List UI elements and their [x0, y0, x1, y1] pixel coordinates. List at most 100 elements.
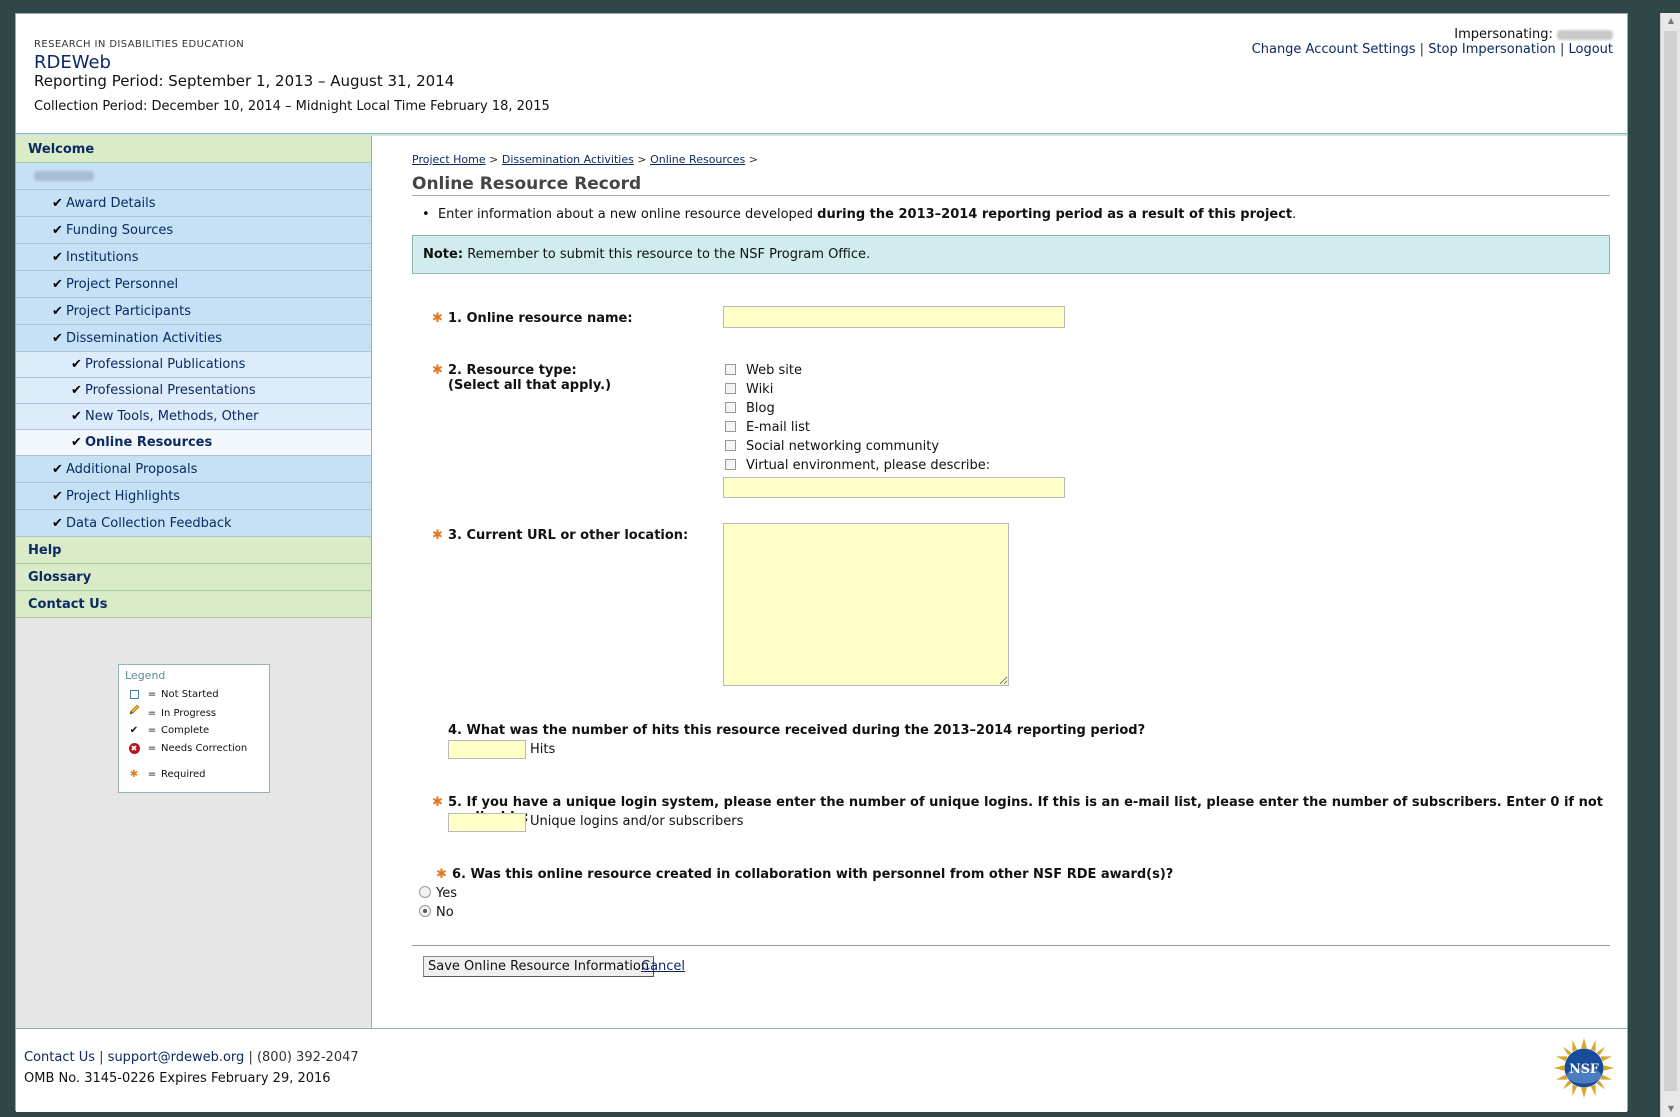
resource-type-blog[interactable]: Blog	[725, 401, 775, 416]
resource-type-virtual-environment[interactable]: Virtual environment, please describe:	[725, 458, 990, 473]
sidebar-item-professional-presentations[interactable]: ✔ Professional Presentations	[16, 378, 371, 404]
impersonating: Impersonating:	[1454, 27, 1613, 42]
required-star-icon: ✱	[432, 528, 443, 543]
check-icon: ✔	[129, 725, 139, 736]
virtual-environment-input[interactable]	[723, 477, 1065, 498]
breadcrumb-project-home[interactable]: Project Home	[412, 153, 486, 166]
checkbox[interactable]	[725, 383, 736, 394]
checkbox[interactable]	[725, 440, 736, 451]
check-icon: ✔	[71, 357, 82, 372]
site-header: RESEARCH IN DISABILITIES EDUCATION RDEWe…	[16, 14, 1627, 136]
sidebar-item-project-personnel[interactable]: ✔ Project Personnel	[16, 271, 371, 298]
sidebar-item-funding-sources[interactable]: ✔ Funding Sources	[16, 217, 371, 244]
site-footer: Contact Us | support@rdeweb.org | (800) …	[16, 1028, 1627, 1112]
cancel-link[interactable]: Cancel	[641, 959, 685, 974]
required-star-icon: ✱	[432, 795, 443, 810]
checkbox-label: Web site	[746, 363, 802, 378]
sidebar-item-label: Project Personnel	[66, 277, 179, 292]
reporting-period: Reporting Period: September 1, 2013 – Au…	[34, 72, 455, 90]
resource-type-social-networking[interactable]: Social networking community	[725, 439, 939, 454]
sidebar-item-dissemination-activities[interactable]: ✔ Dissemination Activities	[16, 325, 371, 352]
unique-logins-unit: Unique logins and/or subscribers	[530, 814, 744, 829]
sidebar-item-professional-publications[interactable]: ✔ Professional Publications	[16, 352, 371, 378]
intro-suffix: .	[1292, 207, 1297, 222]
resource-name-input[interactable]	[723, 306, 1065, 328]
nsf-logo-icon: NSF	[1553, 1037, 1615, 1099]
check-icon: ✔	[52, 250, 63, 265]
error-x-icon: ✖	[128, 742, 140, 754]
sidebar-item-project-highlights[interactable]: ✔ Project Highlights	[16, 483, 371, 510]
breadcrumb-separator: >	[489, 153, 499, 166]
resource-type-email-list[interactable]: E-mail list	[725, 420, 810, 435]
sidebar-item-institutions[interactable]: ✔ Institutions	[16, 244, 371, 271]
unique-logins-input[interactable]	[448, 813, 526, 832]
check-icon: ✔	[52, 196, 63, 211]
check-icon: ✔	[52, 223, 63, 238]
sidebar-item-new-tools-methods-other[interactable]: ✔ New Tools, Methods, Other	[16, 404, 371, 430]
vertical-scrollbar[interactable]: ▲ ▼	[1660, 13, 1680, 1117]
sidebar-item-additional-proposals[interactable]: ✔ Additional Proposals	[16, 456, 371, 483]
legend-label: In Progress	[161, 708, 217, 719]
radio[interactable]	[419, 886, 431, 898]
sidebar-item-label: Funding Sources	[66, 223, 174, 238]
sidebar-item-label: Additional Proposals	[66, 462, 198, 477]
legend-row-complete: ✔ = Complete	[125, 722, 263, 740]
collab-yes-radio[interactable]: Yes	[419, 886, 457, 901]
scroll-down-icon[interactable]: ▼	[1661, 1101, 1680, 1117]
legend-eq: =	[147, 708, 157, 719]
required-star-icon: ✱	[432, 363, 443, 378]
sidebar-item-welcome[interactable]: Welcome	[16, 136, 371, 163]
logout-link[interactable]: Logout	[1568, 42, 1613, 57]
form-divider	[412, 945, 1610, 946]
footer-contact: Contact Us | support@rdeweb.org | (800) …	[24, 1050, 359, 1065]
check-icon: ✔	[52, 277, 63, 292]
checkbox[interactable]	[725, 459, 736, 470]
q4-label: 4. What was the number of hits this reso…	[448, 723, 1145, 738]
footer-contact-link[interactable]: Contact Us	[24, 1050, 95, 1065]
legend-row-not-started: = Not Started	[125, 686, 263, 704]
sidebar-item-project-participants[interactable]: ✔ Project Participants	[16, 298, 371, 325]
footer-email-link[interactable]: support@rdeweb.org	[108, 1050, 245, 1065]
hits-input[interactable]	[448, 740, 526, 759]
breadcrumb-dissemination-activities[interactable]: Dissemination Activities	[502, 153, 634, 166]
checkbox[interactable]	[725, 364, 736, 375]
footer-separator: |	[99, 1050, 104, 1065]
sidebar-item-award-redacted[interactable]	[16, 163, 371, 190]
resource-type-web-site[interactable]: Web site	[725, 363, 802, 378]
note-text: Remember to submit this resource to the …	[467, 247, 871, 262]
sidebar-item-data-collection-feedback[interactable]: ✔ Data Collection Feedback	[16, 510, 371, 537]
q6-text: 6. Was this online resource created in c…	[452, 867, 1174, 882]
pencil-icon	[125, 704, 143, 723]
sidebar-item-online-resources[interactable]: ✔ Online Resources	[16, 430, 371, 456]
resource-type-wiki[interactable]: Wiki	[725, 382, 773, 397]
sidebar-item-label: Dissemination Activities	[66, 331, 222, 346]
breadcrumb-separator: >	[637, 153, 647, 166]
scrollbar-thumb[interactable]	[1664, 31, 1677, 1091]
checkbox[interactable]	[725, 402, 736, 413]
sidebar-item-help[interactable]: Help	[16, 537, 371, 564]
sidebar-item-glossary[interactable]: Glossary	[16, 564, 371, 591]
stop-impersonation-link[interactable]: Stop Impersonation	[1428, 42, 1556, 57]
collection-period: Collection Period: December 10, 2014 – M…	[34, 99, 550, 114]
q4-text: 4. What was the number of hits this reso…	[448, 723, 1146, 738]
save-button[interactable]: Save Online Resource Information	[423, 956, 655, 977]
note-label: Note:	[423, 247, 464, 262]
link-separator: |	[1559, 42, 1565, 57]
sidebar-item-label: Award Details	[66, 196, 156, 211]
collab-no-radio[interactable]: No	[419, 905, 454, 920]
radio-label: Yes	[436, 886, 457, 901]
radio-selected[interactable]	[419, 905, 431, 917]
checkbox-label: Wiki	[746, 382, 774, 397]
scroll-up-icon[interactable]: ▲	[1661, 13, 1680, 29]
checkbox[interactable]	[725, 421, 736, 432]
sidebar-item-award-details[interactable]: ✔ Award Details	[16, 190, 371, 217]
sidebar-item-label: Professional Presentations	[85, 383, 256, 398]
sidebar-item-contact-us[interactable]: Contact Us	[16, 591, 371, 618]
bullet: •	[422, 207, 430, 222]
breadcrumb-online-resources[interactable]: Online Resources	[650, 153, 745, 166]
radio-label: No	[436, 905, 454, 920]
legend-label: Not Started	[161, 689, 219, 700]
url-location-textarea[interactable]	[723, 523, 1009, 686]
change-account-settings-link[interactable]: Change Account Settings	[1252, 42, 1416, 57]
link-separator: |	[1419, 42, 1425, 57]
